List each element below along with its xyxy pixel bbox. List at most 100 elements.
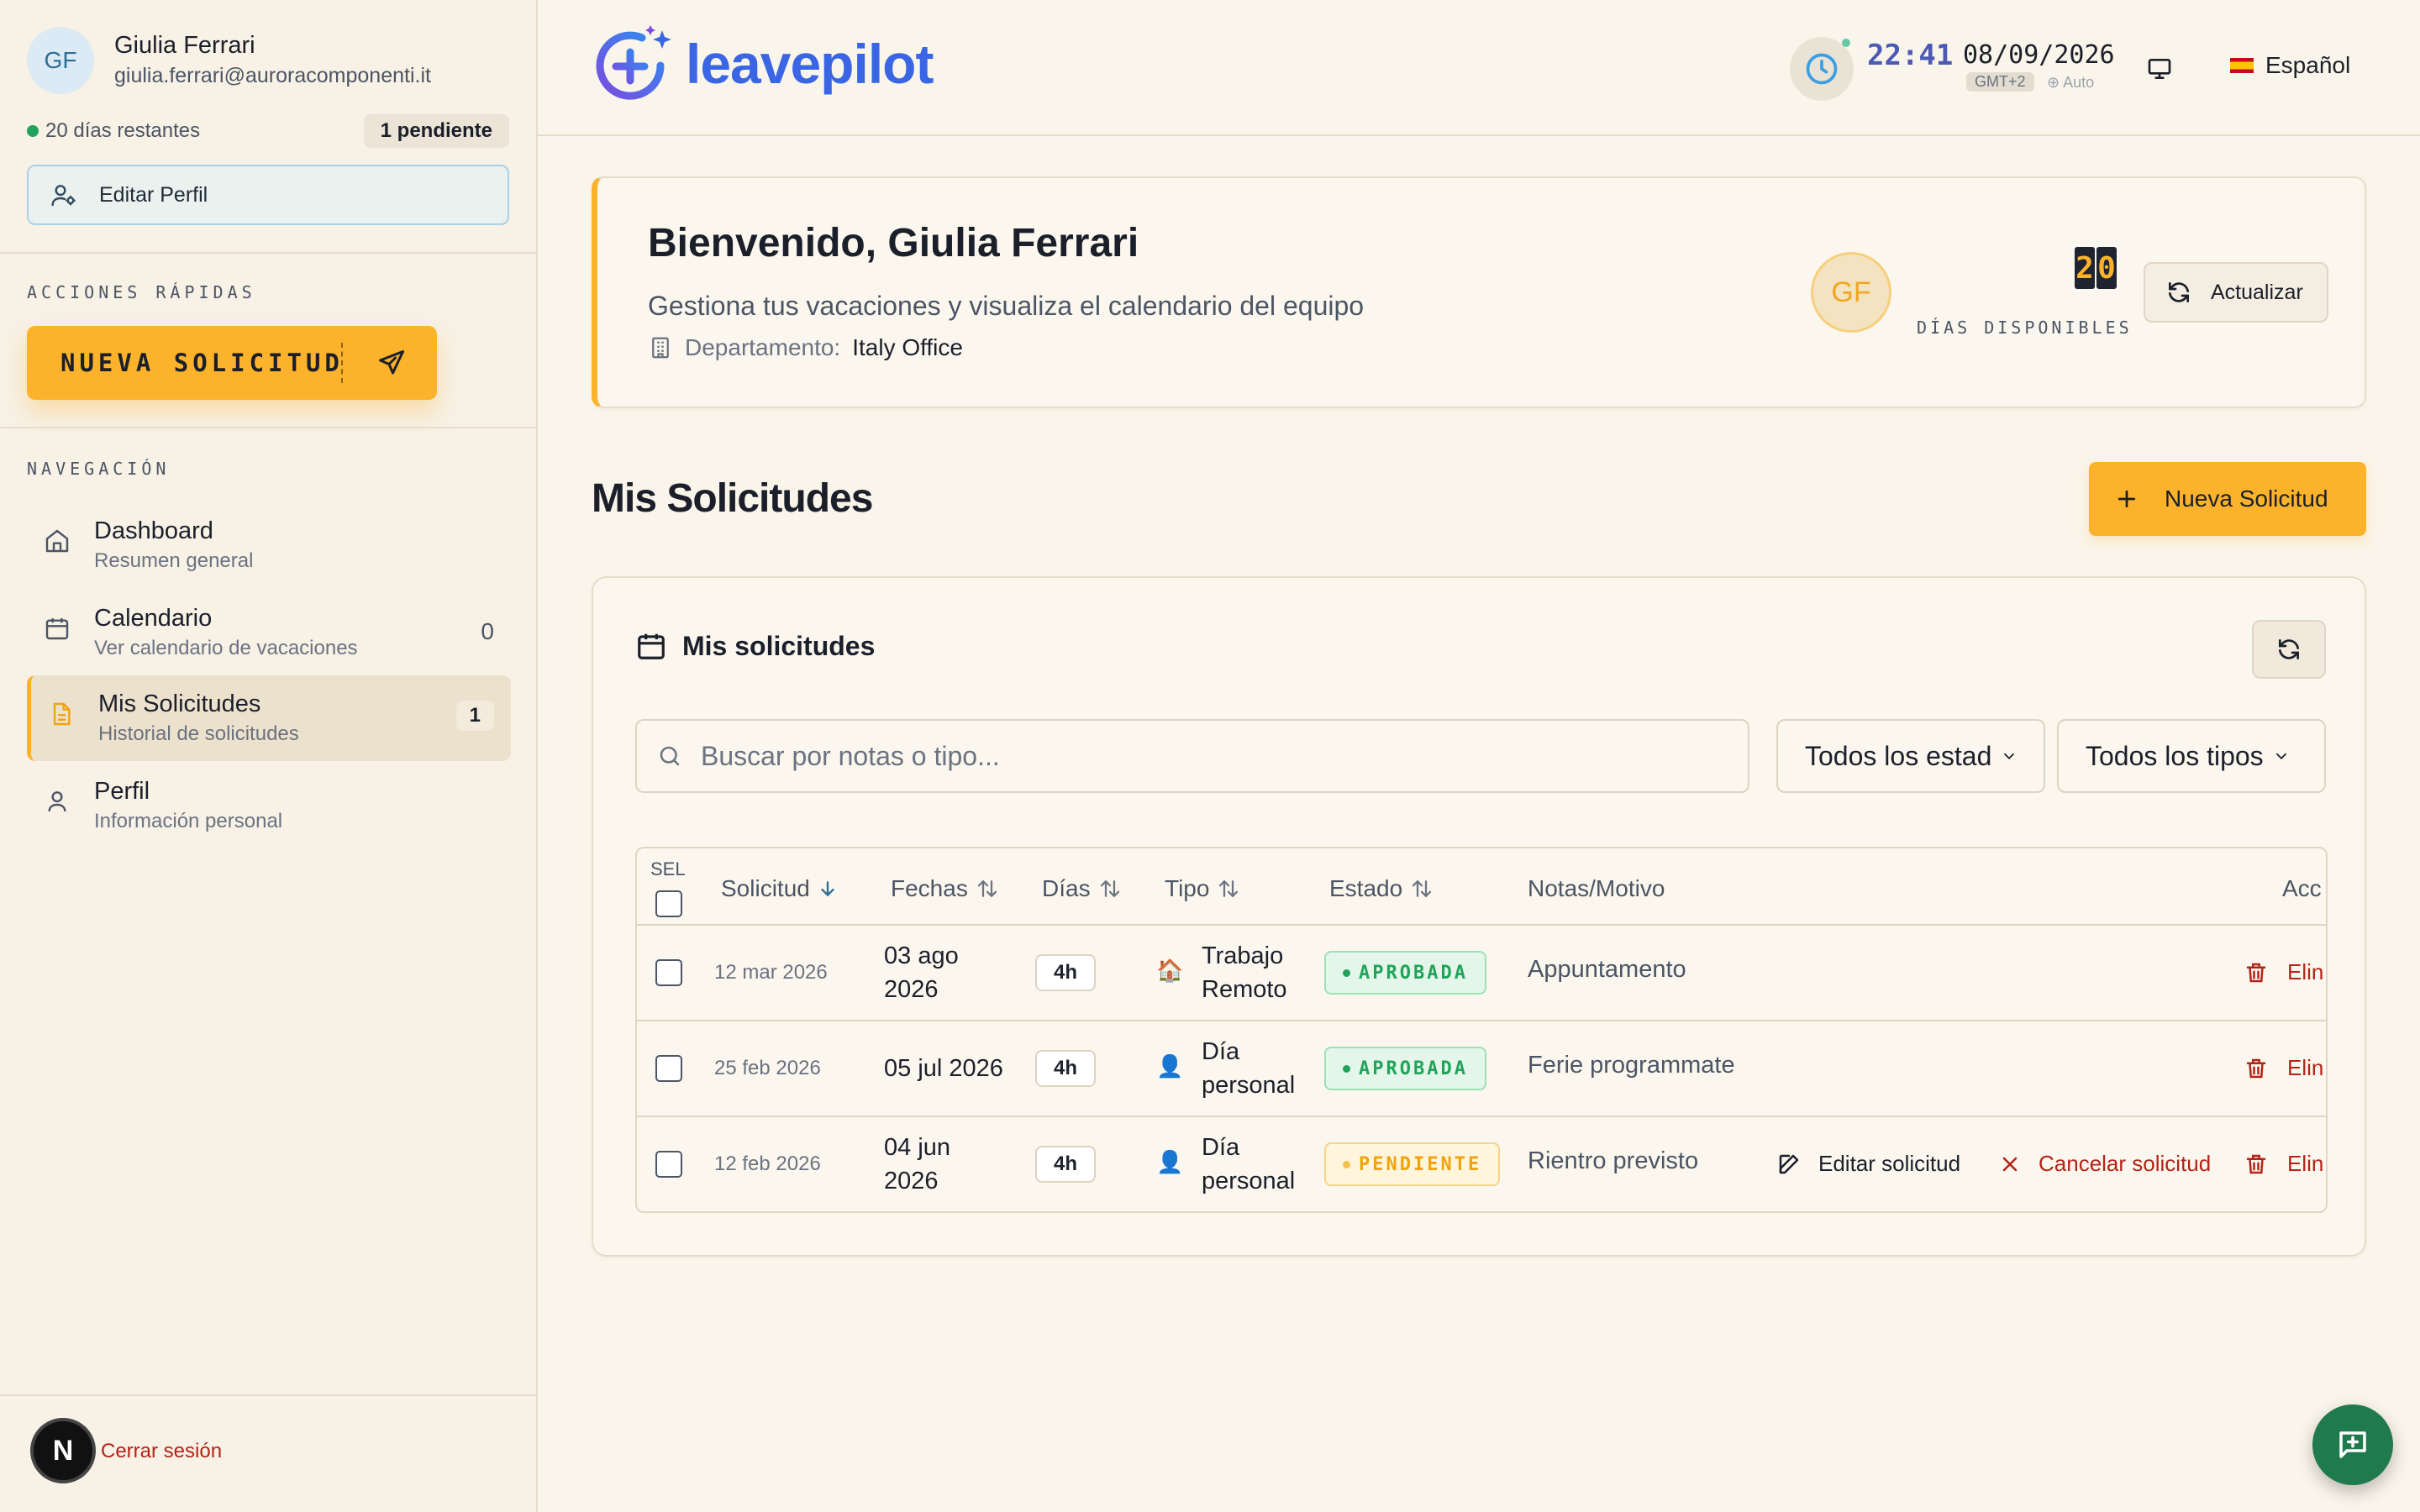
search-box — [635, 719, 1749, 793]
row-days-badge: 4h — [1035, 1146, 1097, 1183]
logout-area: N Cerrar sesión — [0, 1394, 536, 1512]
row-checkbox[interactable] — [655, 959, 682, 986]
column-tipo-label: Tipo — [1165, 875, 1210, 901]
delete-request-button[interactable]: Elin — [2244, 1151, 2323, 1177]
search-input[interactable] — [701, 740, 1709, 772]
timezone-mode: ⊕ Auto — [2047, 74, 2095, 91]
column-solicitud-label: Solicitud — [721, 875, 810, 901]
requests-card-title: Mis solicitudes — [682, 630, 876, 661]
table-row: 25 feb 2026 05 jul 2026 4h 👤 Día persona… — [637, 1021, 2326, 1117]
row-type-line: Día — [1202, 1134, 1240, 1161]
building-icon — [652, 337, 669, 359]
message-plus-icon — [2339, 1431, 2366, 1458]
clock-icon — [1806, 53, 1838, 85]
column-dias[interactable]: Días — [1042, 875, 1123, 902]
row-date-line: 04 jun — [884, 1134, 951, 1161]
sidebar-item-perfil[interactable]: Perfil Información personal — [27, 763, 511, 848]
column-solicitud[interactable]: Solicitud — [721, 875, 839, 902]
status-filter-select[interactable]: Todos los estad — [1776, 719, 2045, 793]
type-filter-select[interactable]: Todos los tipos — [2057, 719, 2326, 793]
days-digit: 0 — [2096, 247, 2117, 289]
house-icon: 🏠 — [1156, 958, 1184, 983]
status-badge: APROBADA — [1324, 1047, 1486, 1090]
new-request-quick-button[interactable]: NUEVA SOLICITUD — [27, 326, 437, 400]
column-sel: SEL — [650, 858, 686, 879]
sort-down-icon — [821, 881, 834, 897]
sidebar-item-dashboard[interactable]: Dashboard Resumen general — [27, 502, 511, 588]
sidebar-item-calendario[interactable]: Calendario Ver calendario de vacaciones … — [27, 590, 511, 675]
delete-label: Elin — [2287, 1151, 2324, 1176]
new-request-button[interactable]: Nueva Solicitud — [2089, 462, 2366, 536]
requests-table: SEL Solicitud Fechas Días Tipo Estado No… — [635, 847, 2328, 1213]
days-available-counter: 2 0 — [2075, 247, 2117, 289]
chevron-down-icon — [2275, 753, 2286, 760]
edit-profile-button[interactable]: Editar Perfil — [27, 165, 509, 225]
refresh-button[interactable]: Actualizar — [2144, 262, 2328, 323]
refresh-icon — [2169, 282, 2189, 302]
column-tipo[interactable]: Tipo — [1165, 875, 1241, 902]
delete-request-button[interactable]: Elin — [2244, 959, 2323, 985]
user-name: Giulia Ferrari — [114, 32, 255, 59]
navigation-label: NAVEGACIÓN — [27, 459, 171, 479]
sidebar-item-count: 1 — [455, 701, 494, 731]
row-type: Trabajo Remoto — [1202, 939, 1287, 1006]
status-dot-icon — [27, 125, 39, 137]
cancel-request-button[interactable]: Cancelar solicitud — [1998, 1151, 2211, 1177]
document-icon — [53, 702, 71, 726]
sidebar-item-subtitle: Ver calendario de vacaciones — [94, 637, 358, 659]
language-selector[interactable]: Español — [2230, 52, 2350, 79]
brand-logo[interactable]: leavepilot — [593, 22, 934, 106]
row-created-date: 12 mar 2026 — [714, 961, 828, 984]
column-fechas[interactable]: Fechas — [891, 875, 1000, 902]
online-dot-icon — [1842, 39, 1850, 47]
row-created-date: 12 feb 2026 — [714, 1152, 821, 1175]
table-row: 12 mar 2026 03 ago 2026 4h 🏠 Trabajo Rem… — [637, 926, 2326, 1021]
sidebar-item-title: Calendario — [94, 605, 213, 632]
feedback-chat-button[interactable] — [2312, 1404, 2393, 1485]
row-checkbox[interactable] — [655, 1055, 682, 1082]
reload-requests-button[interactable] — [2252, 620, 2326, 679]
department-name: Italy Office — [852, 334, 963, 360]
trash-icon — [2246, 1154, 2266, 1173]
status-text: APROBADA — [1359, 962, 1468, 984]
sidebar-item-count: 0 — [481, 618, 494, 644]
row-created-date: 25 feb 2026 — [714, 1057, 821, 1079]
monitor-icon[interactable] — [2146, 55, 2173, 82]
status-filter-value: Todos los estad — [1805, 740, 1992, 771]
sort-icon — [1219, 879, 1239, 898]
divider — [0, 252, 536, 254]
delete-request-button[interactable]: Elin — [2244, 1055, 2323, 1081]
column-fechas-label: Fechas — [891, 875, 968, 901]
page-title: Mis Solicitudes — [592, 476, 873, 521]
logout-link[interactable]: Cerrar sesión — [101, 1440, 222, 1463]
button-divider — [341, 343, 343, 383]
calendar-icon — [638, 633, 665, 659]
delete-label: Elin — [2287, 1055, 2324, 1080]
column-acciones: Acc — [2282, 875, 2322, 902]
user-avatar: GF — [27, 27, 94, 94]
chevron-down-icon — [2004, 753, 2015, 760]
column-estado[interactable]: Estado — [1329, 875, 1434, 902]
row-checkbox[interactable] — [655, 1151, 682, 1178]
user-gear-icon — [51, 185, 76, 207]
department-label: Departamento: — [685, 334, 841, 360]
delete-label: Elin — [2287, 959, 2324, 984]
edit-request-button[interactable]: Editar solicitud — [1776, 1151, 1960, 1177]
trash-icon — [2246, 1058, 2266, 1078]
row-days-badge: 4h — [1035, 1050, 1097, 1087]
status-badge: APROBADA — [1324, 951, 1486, 995]
refresh-icon — [2279, 639, 2299, 659]
row-date-line: 2026 — [884, 976, 939, 1003]
sidebar-item-mis-solicitudes[interactable]: Mis Solicitudes Historial de solicitudes… — [27, 675, 511, 761]
status-badge: PENDIENTE — [1324, 1142, 1501, 1186]
requests-card-header: Mis solicitudes — [635, 630, 875, 662]
sidebar-item-subtitle: Resumen general — [94, 549, 254, 572]
sidebar-item-title: Dashboard — [94, 517, 213, 544]
row-type-line: personal — [1202, 1168, 1296, 1194]
department-line: Departamento: Italy Office — [648, 334, 963, 361]
row-notes: Rientro previsto — [1528, 1147, 1699, 1174]
plus-sparkle-logo-icon — [596, 25, 671, 100]
select-all-checkbox[interactable] — [655, 890, 682, 917]
sort-icon — [1100, 879, 1119, 898]
row-type-line: Trabajo — [1202, 942, 1284, 969]
